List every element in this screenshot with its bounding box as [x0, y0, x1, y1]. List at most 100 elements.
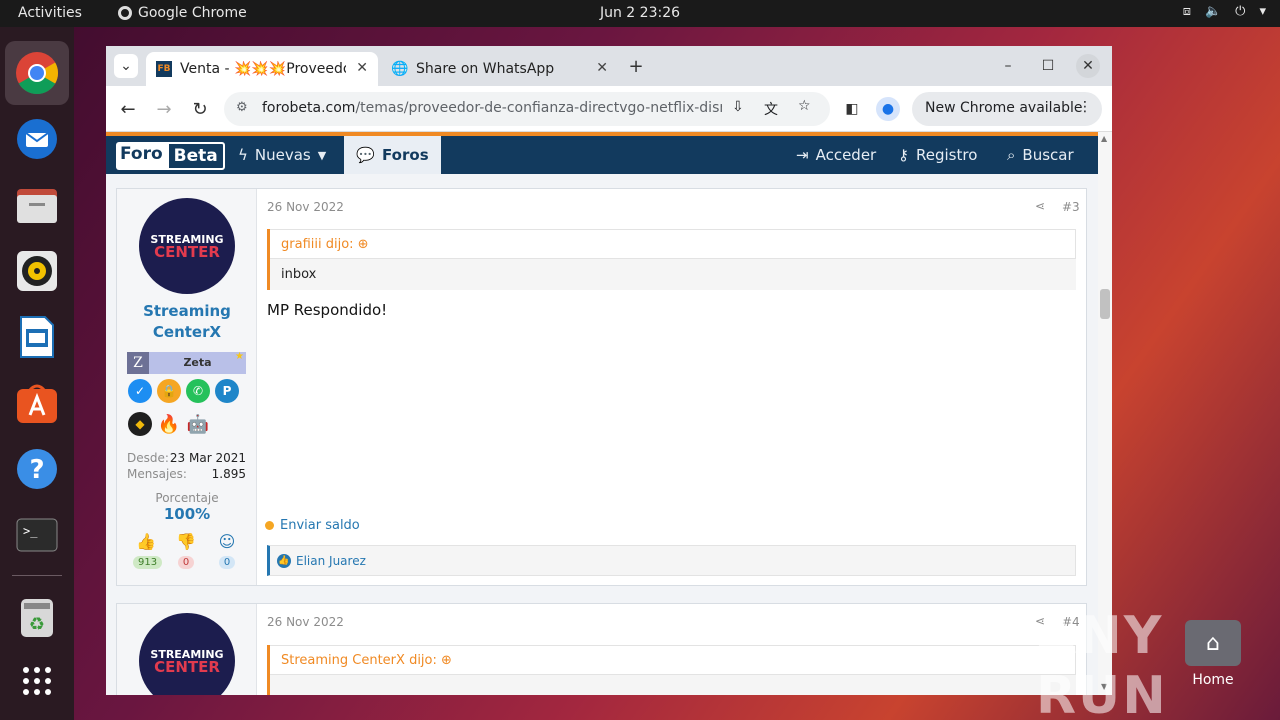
dock-files[interactable]: [13, 181, 61, 229]
stat-label: Desde:: [127, 451, 169, 465]
nav-nuevas[interactable]: ϟ Nuevas ▼: [238, 136, 326, 174]
nav-label: Foros: [382, 146, 429, 164]
avatar[interactable]: STREAMING CENTER: [139, 613, 235, 695]
back-button[interactable]: ←: [116, 98, 140, 120]
user-panel: STREAMING CENTER Streaming CenterX Z Zeta ★ …: [117, 189, 257, 585]
bookmark-star-icon[interactable]: ☆: [798, 98, 811, 114]
translate-icon[interactable]: 文: [764, 99, 778, 119]
anyrun-watermark: ANY RUN: [1036, 606, 1168, 720]
stat-mensajes: Mensajes: 1.895: [127, 467, 246, 481]
quote-header[interactable]: Streaming CenterX dijo: ⊕: [270, 645, 1076, 675]
avatar-text-bottom: CENTER: [154, 243, 220, 261]
reload-icon: ↻: [192, 98, 208, 120]
svg-text:?: ?: [29, 455, 44, 485]
like-icon: 👍: [277, 553, 291, 568]
chrome-icon: [118, 6, 132, 20]
scroll-up-icon[interactable]: ▲: [1101, 134, 1107, 143]
site-logo[interactable]: Foro Beta: [116, 142, 225, 170]
sign-in-icon: ⇥: [796, 146, 809, 164]
app-grid-icon: [23, 667, 51, 695]
tab-whatsapp[interactable]: 🌐 Share on WhatsApp ✕: [382, 52, 618, 86]
user-panel: STREAMING CENTER: [117, 604, 257, 695]
post-date[interactable]: 26 Nov 2022: [267, 615, 344, 629]
avatar[interactable]: STREAMING CENTER: [139, 198, 235, 294]
nav-label: Registro: [916, 146, 978, 164]
tab-venta[interactable]: FB Venta - 💥💥💥Proveedor de confianza ✕: [146, 52, 378, 86]
quote-header[interactable]: grafiiii dijo: ⊕: [270, 229, 1076, 259]
dock-trash[interactable]: ♻: [13, 593, 61, 641]
maximize-button[interactable]: ☐: [1036, 54, 1060, 78]
reactions-bar[interactable]: 👍 Elian Juarez: [267, 545, 1076, 576]
nav-label: Acceder: [815, 146, 877, 164]
top-panel: Activities Google Chrome Jun 2 23:26 ⧈ 🔈…: [0, 0, 1280, 27]
install-icon[interactable]: ⇩: [732, 99, 744, 115]
scrollbar-thumb[interactable]: [1100, 289, 1110, 319]
arrow-up-circle-icon: ⊕: [357, 237, 369, 252]
side-panel-button[interactable]: ◧: [840, 98, 864, 120]
dock-terminal[interactable]: >_: [13, 511, 61, 559]
activities-button[interactable]: Activities: [18, 5, 82, 21]
reload-button[interactable]: ↻: [188, 98, 212, 120]
porcentaje-value: 100%: [163, 505, 211, 523]
share-icon[interactable]: ⋖: [1035, 199, 1045, 213]
stat-value: 1.895: [211, 467, 246, 481]
show-apps-button[interactable]: [13, 657, 61, 705]
thumbs-down-icon: 👎: [176, 532, 196, 551]
tab-title: Venta - 💥💥💥Proveedor de confianza: [180, 61, 346, 77]
site-settings-icon[interactable]: ⚙: [236, 100, 248, 115]
nav-label: Buscar: [1022, 146, 1074, 164]
new-chrome-available-button[interactable]: New Chrome available ⋮: [912, 92, 1102, 126]
new-tab-button[interactable]: +: [624, 55, 648, 77]
enviar-saldo-link[interactable]: Enviar saldo: [265, 518, 360, 533]
comments-icon: 💬: [356, 146, 376, 164]
app-menu[interactable]: Google Chrome: [118, 5, 247, 21]
stat-value: 23 Mar 2021: [169, 451, 246, 465]
dock-thunderbird[interactable]: [13, 115, 61, 163]
dock-writer[interactable]: [13, 313, 61, 361]
system-tray[interactable]: ⧈ 🔈 ⏻ ▾: [1183, 4, 1266, 19]
reaction-negative[interactable]: 👎 0: [173, 532, 199, 569]
minimize-icon: –: [1004, 58, 1012, 74]
post-number[interactable]: #3: [1062, 200, 1080, 214]
chevron-down-icon: ⌄: [120, 58, 132, 74]
reaction-neutral[interactable]: ☺ 0: [214, 532, 240, 569]
close-icon[interactable]: ✕: [596, 60, 608, 76]
tab-search-button[interactable]: ⌄: [114, 54, 138, 78]
app-name: Google Chrome: [138, 5, 247, 21]
quote-block: grafiiii dijo: ⊕ inbox: [267, 229, 1076, 290]
reaction-count: 0: [177, 556, 195, 569]
dock-rhythmbox[interactable]: [13, 247, 61, 295]
key-icon: ⚷: [898, 146, 909, 164]
chrome-icon: [16, 52, 59, 95]
nav-buscar[interactable]: ⌕ Buscar: [1007, 136, 1074, 174]
arrow-up-circle-icon: ⊕: [441, 653, 452, 668]
nav-acceder[interactable]: ⇥ Acceder: [796, 136, 876, 174]
binance-badge-icon: ◆: [128, 412, 152, 436]
address-bar[interactable]: ⚙ forobeta.com/temas/proveedor-de-confia…: [224, 92, 830, 126]
nav-registro[interactable]: ⚷ Registro: [898, 136, 977, 174]
desktop-home-icon[interactable]: ⌂ Home: [1183, 620, 1243, 688]
paypal-badge-icon: P: [215, 379, 239, 403]
plus-icon: +: [628, 55, 644, 77]
rhythmbox-icon: [17, 251, 57, 291]
quote-body: [270, 675, 1076, 695]
dock-help[interactable]: ?: [13, 445, 61, 493]
dock-app-center[interactable]: [13, 379, 61, 427]
nav-foros[interactable]: 💬 Foros: [344, 136, 441, 174]
dock-chrome[interactable]: [5, 41, 69, 105]
close-window-button[interactable]: ✕: [1076, 54, 1100, 78]
porcentaje-label: Porcentaje: [155, 491, 219, 505]
tab-strip: ⌄ FB Venta - 💥💥💥Proveedor de confianza ✕…: [106, 46, 1112, 86]
lock-badge-icon: 🔒: [157, 379, 181, 403]
post-date[interactable]: 26 Nov 2022: [267, 200, 344, 214]
quote-author: Streaming CenterX dijo:: [281, 653, 437, 668]
reaction-positive[interactable]: 👍 913: [133, 532, 163, 569]
username[interactable]: Streaming CenterX: [117, 301, 257, 343]
forward-button[interactable]: →: [152, 98, 176, 120]
liker-name: Elian Juarez: [296, 553, 366, 568]
minimize-button[interactable]: –: [996, 54, 1020, 78]
thumbs-up-icon: 👍: [136, 532, 156, 551]
close-icon[interactable]: ✕: [356, 60, 368, 76]
profile-button[interactable]: ●: [876, 97, 900, 121]
stat-label: Mensajes:: [127, 467, 187, 481]
